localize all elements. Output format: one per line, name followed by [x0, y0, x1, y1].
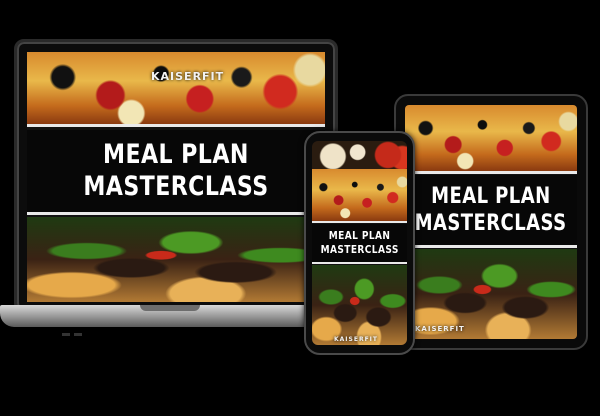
title-line-2: MASTERCLASS [320, 243, 399, 256]
divider-top [405, 171, 577, 174]
laptop-ports [62, 321, 102, 336]
divider-bottom [312, 262, 407, 264]
brand-logo: KAISERFIT [334, 336, 378, 343]
divider-bottom [405, 245, 577, 248]
brand-logo: KAISERFIT [415, 325, 465, 333]
title-line-1: MEAL PLAN [328, 229, 391, 243]
laptop-mockup: KAISERFIT MEAL PLAN MASTERCLASS [14, 39, 338, 313]
tablet-mockup: MEAL PLAN MASTERCLASS KAISERFIT [394, 94, 588, 350]
divider-top [27, 124, 325, 127]
laptop-display: KAISERFIT MEAL PLAN MASTERCLASS [27, 52, 325, 302]
burger-image [27, 217, 325, 302]
pizza-image [405, 105, 577, 171]
divider-bottom [27, 212, 325, 215]
laptop-notch [140, 305, 200, 311]
divider-top [312, 221, 407, 223]
title-band: MEAL PLAN MASTERCLASS [312, 224, 407, 262]
mushroom-image [312, 141, 407, 169]
laptop-base [0, 305, 346, 336]
phone-mockup: MEAL PLAN MASTERCLASS KAISERFIT [304, 131, 415, 355]
title-line-1: MEAL PLAN [431, 184, 551, 210]
title-line-1: MEAL PLAN [103, 138, 249, 170]
brand-logo: KAISERFIT [151, 70, 225, 83]
phone-display: MEAL PLAN MASTERCLASS KAISERFIT [312, 141, 407, 345]
pizza-image [27, 52, 325, 124]
tablet-display: MEAL PLAN MASTERCLASS KAISERFIT [405, 105, 577, 339]
title-line-2: MASTERCLASS [83, 171, 269, 202]
burger-image [312, 265, 407, 345]
title-band: MEAL PLAN MASTERCLASS [405, 175, 577, 245]
pizza-image [312, 169, 407, 221]
title-line-2: MASTERCLASS [415, 210, 567, 236]
title-band: MEAL PLAN MASTERCLASS [27, 130, 325, 212]
